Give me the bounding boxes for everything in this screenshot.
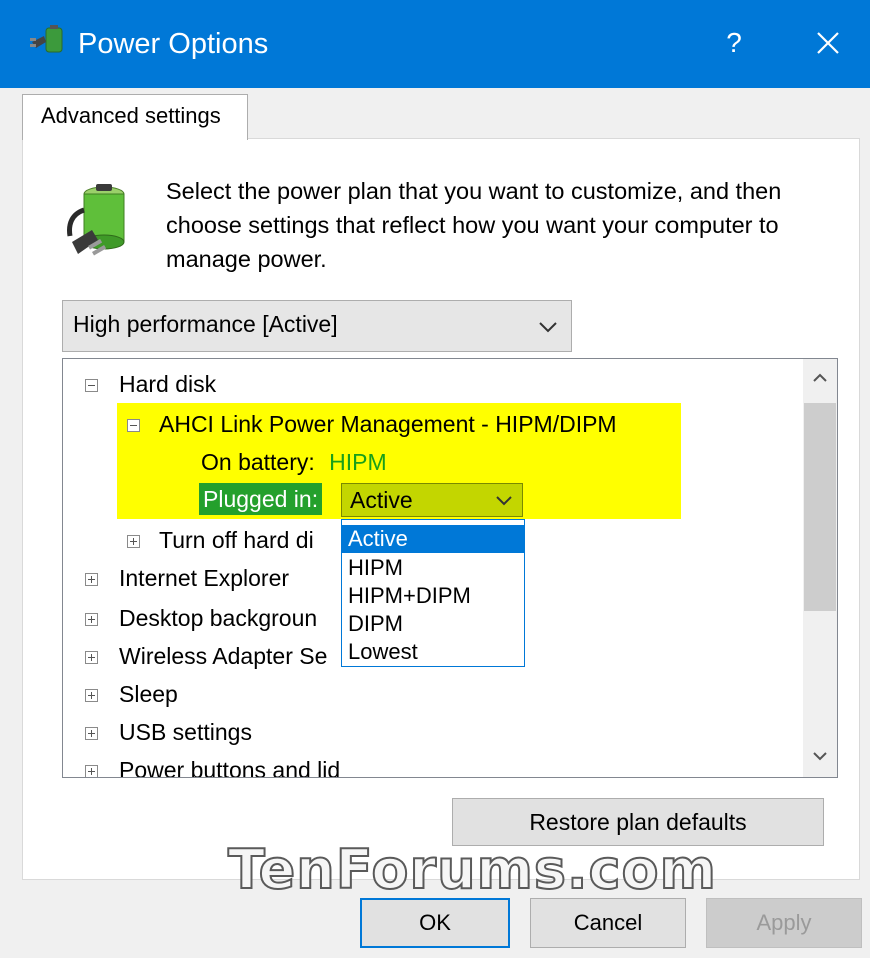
expand-icon[interactable] bbox=[85, 765, 98, 777]
expand-icon[interactable] bbox=[85, 613, 98, 626]
tree-item-label: AHCI Link Power Management - HIPM/DIPM bbox=[159, 411, 617, 437]
chevron-down-icon bbox=[496, 496, 512, 506]
expand-icon[interactable] bbox=[127, 535, 140, 548]
apply-button: Apply bbox=[706, 898, 862, 948]
plugged-in-select[interactable]: Active bbox=[341, 483, 523, 517]
plugged-in-dropdown-list: Active HIPM HIPM+DIPM DIPM Lowest bbox=[341, 519, 525, 667]
dropdown-option-dipm[interactable]: DIPM bbox=[342, 610, 524, 638]
tree-item-label: Desktop backgroun bbox=[119, 605, 318, 631]
title-bar: Power Options ? bbox=[0, 0, 870, 88]
dropdown-option-hipm-dipm[interactable]: HIPM+DIPM bbox=[342, 582, 524, 610]
power-options-icon bbox=[30, 22, 66, 58]
close-button[interactable] bbox=[800, 18, 856, 68]
chevron-up-icon bbox=[813, 373, 827, 382]
tree-item-label: Hard disk bbox=[119, 371, 217, 397]
on-battery-label: On battery: bbox=[201, 449, 315, 475]
power-plan-select[interactable]: High performance [Active] bbox=[62, 300, 572, 352]
help-button[interactable]: ? bbox=[712, 18, 756, 68]
tree-item-label: Power buttons and lid bbox=[119, 757, 341, 778]
chevron-down-icon bbox=[539, 322, 557, 333]
tree-item-label: Wireless Adapter Se bbox=[119, 643, 328, 669]
watermark: TenForums.com bbox=[227, 838, 717, 901]
chevron-down-icon bbox=[813, 752, 827, 761]
scrollbar-thumb[interactable] bbox=[804, 403, 836, 611]
close-icon bbox=[817, 32, 839, 54]
tree-item-on-battery: On battery: HIPM bbox=[201, 445, 387, 479]
power-plan-value: High performance [Active] bbox=[73, 311, 338, 337]
expand-icon[interactable] bbox=[85, 727, 98, 740]
on-battery-value[interactable]: HIPM bbox=[329, 449, 387, 475]
expand-icon[interactable] bbox=[85, 573, 98, 586]
ok-button[interactable]: OK bbox=[360, 898, 510, 948]
window-title: Power Options bbox=[78, 28, 269, 60]
plugged-in-value: Active bbox=[350, 487, 413, 513]
vertical-scrollbar[interactable] bbox=[803, 359, 837, 777]
scroll-up-button[interactable] bbox=[803, 359, 837, 399]
battery-plug-icon bbox=[66, 180, 132, 269]
tree-item-label: Internet Explorer bbox=[119, 565, 290, 591]
expand-icon[interactable] bbox=[85, 651, 98, 664]
collapse-icon[interactable] bbox=[85, 379, 98, 392]
dropdown-option-active[interactable]: Active bbox=[342, 525, 524, 553]
plugged-in-label: Plugged in: bbox=[199, 483, 323, 515]
tab-label: Advanced settings bbox=[41, 103, 221, 128]
description-text: Select the power plan that you want to c… bbox=[166, 178, 782, 272]
tree-item-label: USB settings bbox=[119, 719, 252, 745]
dropdown-option-lowest[interactable]: Lowest bbox=[342, 638, 524, 666]
expand-icon[interactable] bbox=[85, 689, 98, 702]
tree-item-label: Sleep bbox=[119, 681, 178, 707]
scroll-down-button[interactable] bbox=[803, 737, 837, 777]
tree-item-label: Turn off hard di bbox=[159, 527, 314, 553]
collapse-icon[interactable] bbox=[127, 419, 140, 432]
dropdown-option-hipm[interactable]: HIPM bbox=[342, 554, 524, 582]
tab-advanced-settings[interactable]: Advanced settings bbox=[22, 94, 248, 140]
cancel-button[interactable]: Cancel bbox=[530, 898, 686, 948]
